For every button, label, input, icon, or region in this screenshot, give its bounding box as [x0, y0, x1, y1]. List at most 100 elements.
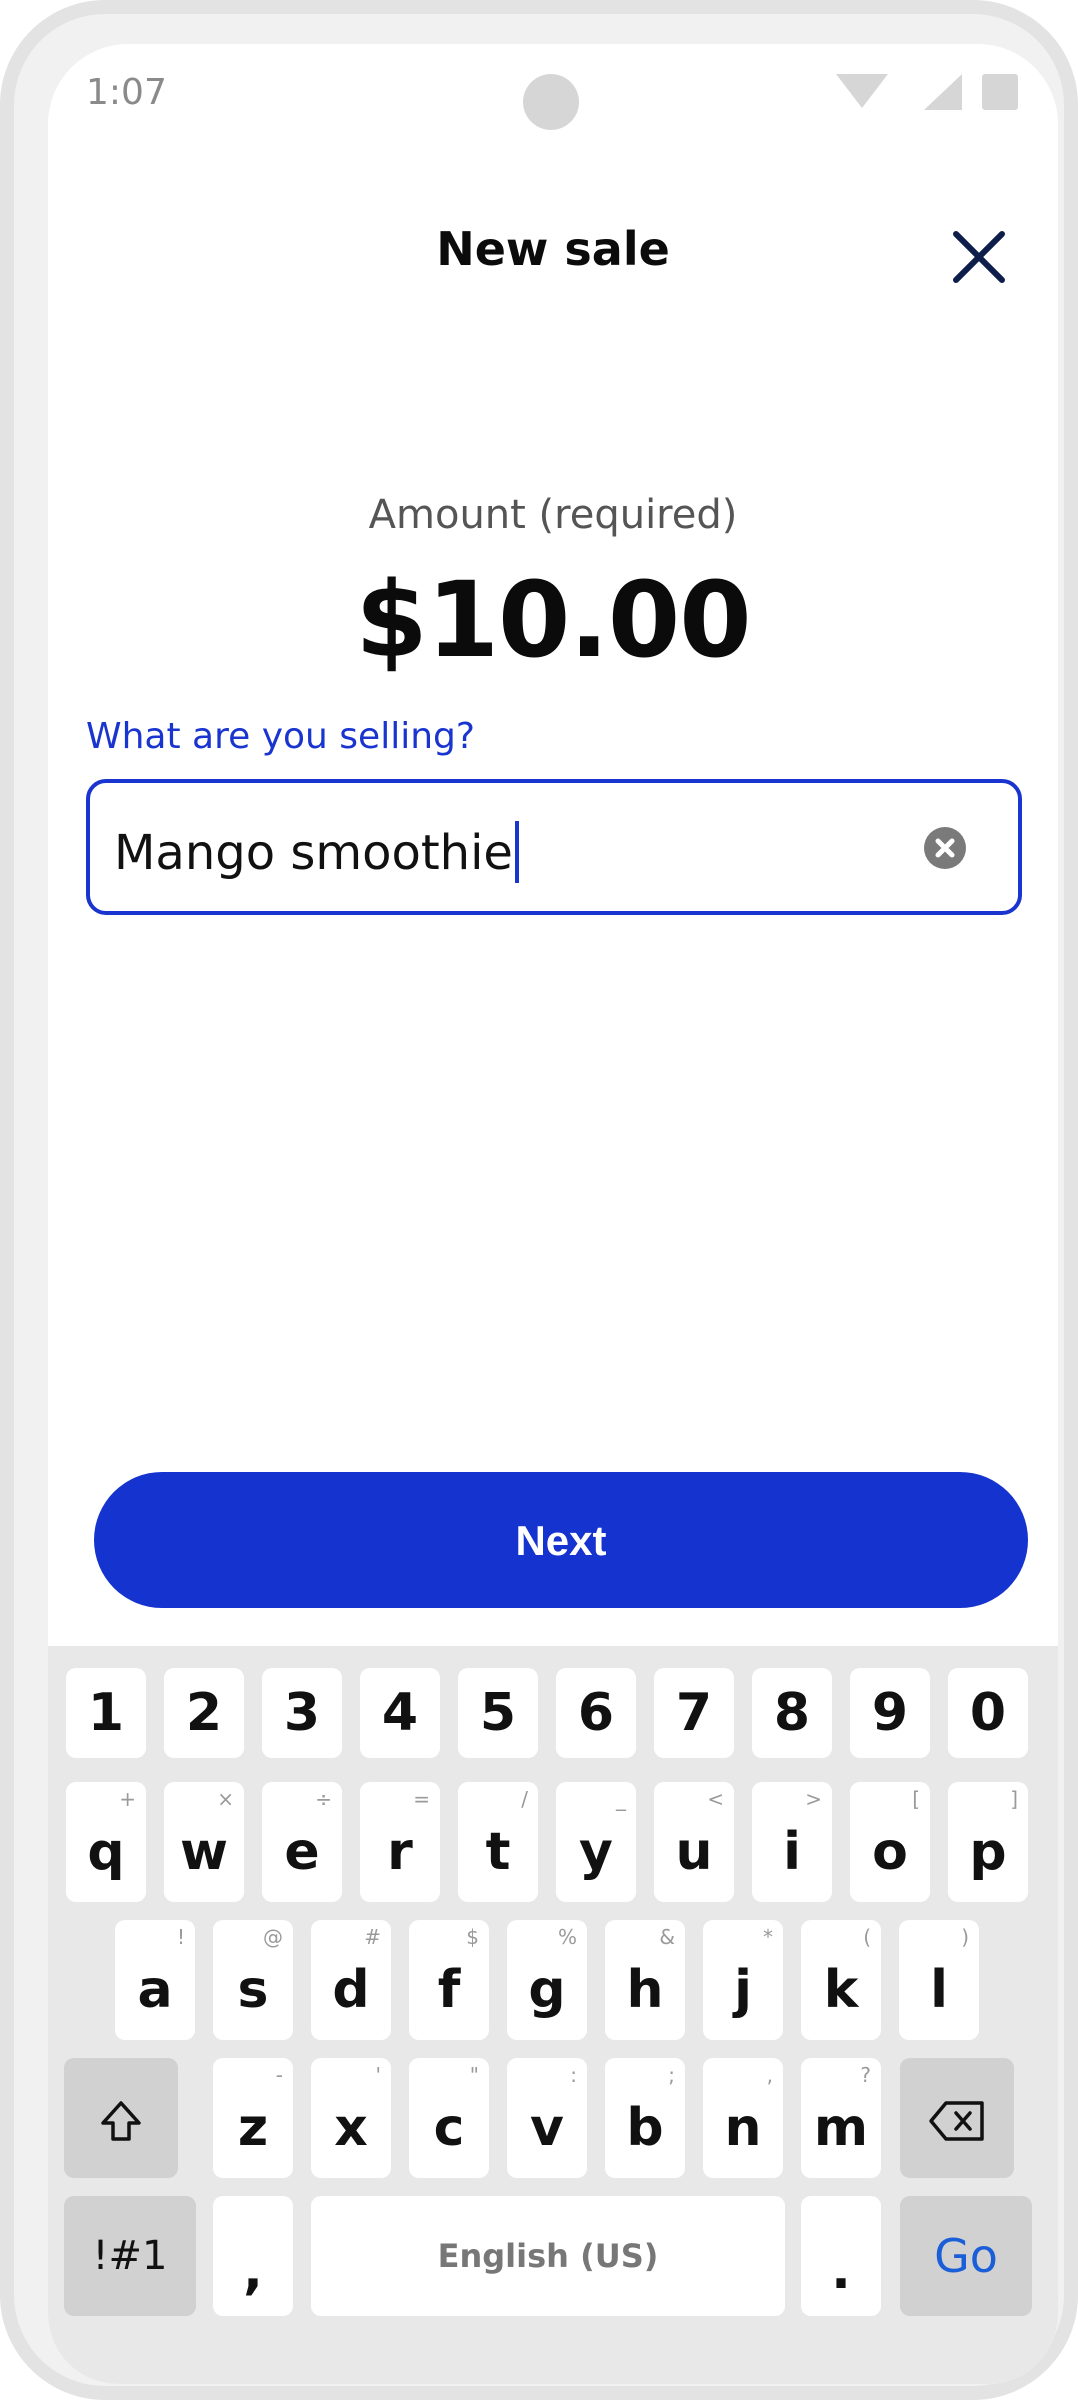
comma-key[interactable]: ,: [213, 2196, 293, 2316]
key-label: f: [437, 1960, 461, 2020]
key-t[interactable]: / t: [458, 1782, 538, 1902]
signal-icon: [924, 74, 962, 110]
item-input[interactable]: Mango smoothie: [86, 779, 1022, 915]
wifi-icon: [836, 74, 888, 108]
clear-button[interactable]: [924, 827, 966, 869]
key-label: g: [528, 1960, 566, 2020]
key-alt: ÷: [315, 1787, 332, 1811]
key-o[interactable]: [o: [850, 1782, 930, 1902]
key-label: x: [334, 2098, 368, 2158]
key-alt: :: [570, 2063, 577, 2087]
key-alt: ': [375, 2063, 382, 2087]
amount-value[interactable]: $10.00: [48, 559, 1058, 681]
key-alt: ]: [1010, 1787, 1018, 1811]
key-alt: *: [763, 1925, 773, 1949]
key-label: k: [823, 1960, 859, 2020]
key-j[interactable]: * j: [703, 1920, 783, 2040]
key-label: r: [387, 1822, 413, 1882]
key-b[interactable]: ; b: [605, 2058, 685, 2178]
key-u[interactable]: < u: [654, 1782, 734, 1902]
key-r[interactable]: = r: [360, 1782, 440, 1902]
key-0[interactable]: 0: [948, 1668, 1028, 1758]
backspace-key[interactable]: [900, 2058, 1014, 2178]
text-caret: [514, 821, 519, 883]
key-w[interactable]: × w: [164, 1782, 244, 1902]
key-v[interactable]: :v: [507, 2058, 587, 2178]
key-c[interactable]: " c: [409, 2058, 489, 2178]
key-alt: _: [616, 1787, 626, 1811]
symbols-key[interactable]: !#1: [64, 2196, 196, 2316]
key-label: p: [969, 1822, 1007, 1882]
key-alt: ×: [217, 1787, 234, 1811]
key-alt: (: [863, 1925, 871, 1949]
key-m[interactable]: ? m: [801, 2058, 881, 2178]
key-alt: !: [176, 1925, 185, 1949]
key-label: j: [734, 1960, 752, 2020]
key-label: q: [87, 1822, 125, 1882]
backspace-icon: [929, 2101, 984, 2141]
key-7[interactable]: 7: [654, 1668, 734, 1758]
shift-key[interactable]: [64, 2058, 178, 2178]
camera-cutout: [523, 74, 579, 130]
key-8[interactable]: 8: [752, 1668, 832, 1758]
key-alt: /: [521, 1787, 528, 1811]
key-alt: &: [659, 1925, 675, 1949]
key-5[interactable]: 5: [458, 1668, 538, 1758]
key-2[interactable]: 2: [164, 1668, 244, 1758]
shift-icon: [101, 2101, 141, 2141]
key-n[interactable]: ,n: [703, 2058, 783, 2178]
key-6[interactable]: 6: [556, 1668, 636, 1758]
key-e[interactable]: ÷ e: [262, 1782, 342, 1902]
key-alt: #: [364, 1925, 381, 1949]
close-button[interactable]: [944, 222, 1014, 292]
key-a[interactable]: ! a: [115, 1920, 195, 2040]
next-button[interactable]: Next: [94, 1472, 1028, 1608]
key-label: v: [530, 2098, 564, 2158]
key-label: b: [626, 2098, 664, 2158]
item-input-value[interactable]: Mango smoothie: [114, 821, 519, 883]
key-z[interactable]: -z: [213, 2058, 293, 2178]
key-alt: ?: [860, 2063, 871, 2087]
key-alt: @: [263, 1925, 283, 1949]
key-label: h: [626, 1960, 664, 2020]
space-key[interactable]: English (US): [311, 2196, 785, 2316]
go-key[interactable]: Go: [900, 2196, 1032, 2316]
battery-icon: [982, 74, 1018, 110]
key-k[interactable]: (k: [801, 1920, 881, 2040]
amount-label: Amount (required): [368, 492, 738, 538]
key-alt: ,: [766, 2063, 773, 2087]
key-alt: ): [961, 1925, 969, 1949]
key-4[interactable]: 4: [360, 1668, 440, 1758]
screen: 1:07 New sale Amount (required) $10.00 W…: [48, 44, 1058, 2384]
key-alt: <: [707, 1787, 724, 1811]
key-alt: [: [912, 1787, 920, 1811]
key-alt: =: [413, 1787, 430, 1811]
key-label: e: [284, 1822, 320, 1882]
key-label: t: [485, 1822, 511, 1882]
key-d[interactable]: # d: [311, 1920, 391, 2040]
item-field-label: What are you selling?: [86, 716, 475, 757]
key-9[interactable]: 9: [850, 1668, 930, 1758]
key-label: s: [237, 1960, 269, 2020]
key-l[interactable]: ) l: [899, 1920, 979, 2040]
key-label: u: [675, 1822, 713, 1882]
key-f[interactable]: $ f: [409, 1920, 489, 2040]
period-key[interactable]: .: [801, 2196, 881, 2316]
key-i[interactable]: > i: [752, 1782, 832, 1902]
key-1[interactable]: 1: [66, 1668, 146, 1758]
key-s[interactable]: @ s: [213, 1920, 293, 2040]
key-p[interactable]: ] p: [948, 1782, 1028, 1902]
key-label: y: [579, 1822, 613, 1882]
key-3[interactable]: 3: [262, 1668, 342, 1758]
key-g[interactable]: % g: [507, 1920, 587, 2040]
key-h[interactable]: & h: [605, 1920, 685, 2040]
key-x[interactable]: ' x: [311, 2058, 391, 2178]
key-alt: ;: [668, 2063, 675, 2087]
key-q[interactable]: + q: [66, 1782, 146, 1902]
clear-icon: [935, 838, 955, 858]
key-y[interactable]: _ y: [556, 1782, 636, 1902]
key-label: w: [179, 1822, 229, 1882]
status-time: 1:07: [86, 72, 167, 113]
key-label: a: [137, 1960, 173, 2020]
device-frame: 1:07 New sale Amount (required) $10.00 W…: [0, 0, 1078, 2400]
